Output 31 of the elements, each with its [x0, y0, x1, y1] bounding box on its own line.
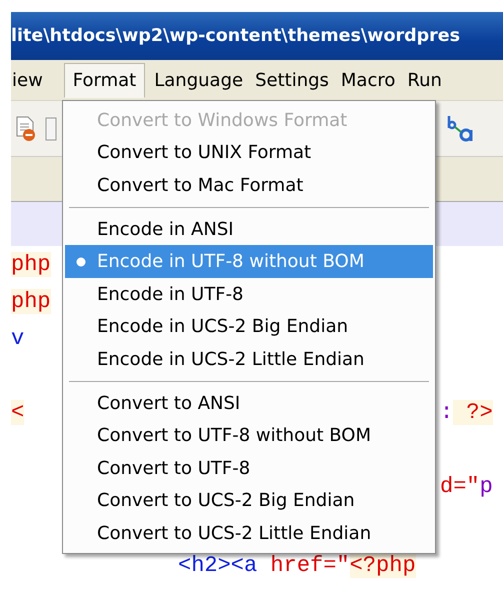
menu-option[interactable]: Convert to UCS-2 Little Endian	[65, 517, 433, 550]
menu-option[interactable]: Encode in ANSI	[65, 212, 433, 246]
code-token: <?php	[350, 553, 416, 578]
document-icon[interactable]	[45, 116, 57, 140]
menu-option[interactable]: Convert to UCS-2 Big Endian	[65, 484, 433, 518]
code-token: <h2><a	[178, 553, 258, 578]
menu-option[interactable]: Convert to UNIX Format	[65, 136, 433, 170]
code-token: php	[11, 252, 51, 277]
menu-option[interactable]: Encode in UCS-2 Little Endian	[65, 343, 433, 376]
menu-option[interactable]: Convert to UTF-8	[65, 452, 433, 485]
menu-option[interactable]: Encode in UTF-8	[65, 278, 433, 311]
code-token: v	[11, 326, 24, 351]
code-token: ?>	[453, 400, 493, 425]
menu-item[interactable]: Format	[64, 62, 146, 98]
code-token: d="	[440, 474, 480, 499]
code-token: href="	[269, 553, 350, 578]
code-token: p	[480, 474, 493, 499]
code-token: :	[440, 400, 454, 425]
code-token: php	[11, 289, 51, 314]
menu-item[interactable]: Settings	[254, 62, 340, 98]
menu-option[interactable]: Convert to UTF-8 without BOM	[65, 419, 433, 452]
menu-option[interactable]: Encode in UCS-2 Big Endian	[65, 310, 433, 344]
menu-option[interactable]: Convert to ANSI	[65, 386, 433, 420]
window-title: lite\htdocs\wp2\wp-content\themes\wordpres	[11, 26, 460, 46]
code-token: <	[11, 400, 24, 425]
menu-item[interactable]: Language	[153, 62, 254, 98]
menu-option[interactable]: Convert to Mac Format	[65, 169, 433, 202]
menu-item[interactable]: Macro	[340, 62, 406, 98]
menu-item[interactable]: iew	[11, 62, 54, 98]
menu-item[interactable]: Run	[406, 62, 453, 98]
document-delete-icon[interactable]	[15, 116, 37, 142]
